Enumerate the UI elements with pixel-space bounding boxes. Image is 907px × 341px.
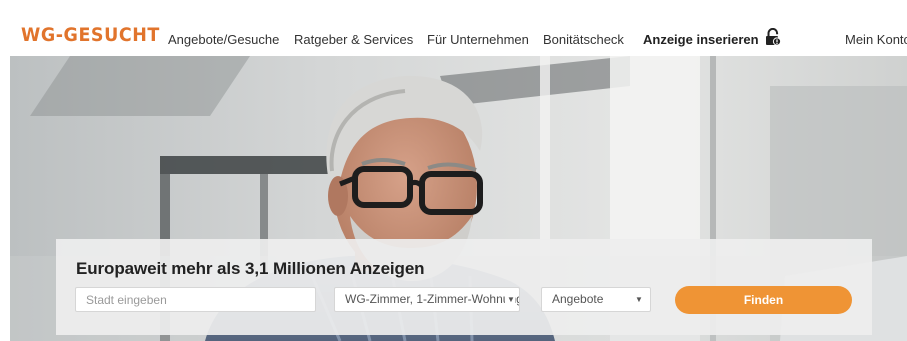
search-headline: Europaweit mehr als 3,1 Millionen Anzeig…: [76, 259, 425, 278]
top-navigation: WG-GESUCHT Angebote/Gesuche Ratgeber & S…: [0, 0, 907, 56]
city-search-field[interactable]: [75, 287, 316, 312]
offer-type-select-value: Angebote: [552, 292, 604, 306]
find-button[interactable]: Finden: [675, 286, 852, 314]
nav-link-ratgeber-services[interactable]: Ratgeber & Services: [294, 32, 413, 47]
nav-link-fuer-unternehmen[interactable]: Für Unternehmen: [427, 32, 529, 47]
lock-icon[interactable]: [765, 28, 781, 46]
city-search-input[interactable]: [76, 288, 315, 311]
nav-link-bonitaetscheck[interactable]: Bonitätscheck: [543, 32, 624, 47]
account-link[interactable]: Mein Konto: [845, 32, 907, 47]
nav-link-anzeige-inserieren[interactable]: Anzeige inserieren: [643, 32, 759, 47]
site-logo[interactable]: WG-GESUCHT: [21, 24, 160, 46]
chevron-down-icon: ▼: [505, 288, 515, 311]
category-select-value: WG-Zimmer, 1-Zimmer-Wohnung: [345, 292, 520, 306]
category-select[interactable]: WG-Zimmer, 1-Zimmer-Wohnung ▼: [334, 287, 520, 312]
nav-link-angebote-gesuche[interactable]: Angebote/Gesuche: [168, 32, 279, 47]
chevron-down-icon: ▼: [635, 295, 643, 304]
offer-type-select[interactable]: Angebote ▼: [541, 287, 651, 312]
